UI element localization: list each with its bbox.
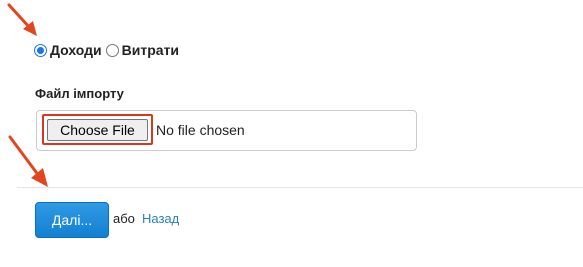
type-radio-group: Доходи Витрати	[34, 41, 183, 59]
file-status-text: No file chosen	[156, 122, 245, 138]
income-radio[interactable]	[34, 43, 47, 57]
choose-file-button[interactable]: Choose File	[47, 119, 148, 141]
back-link[interactable]: Назад	[142, 211, 179, 226]
next-button[interactable]: Далі...	[35, 202, 109, 238]
form-divider	[17, 187, 583, 188]
import-file-label: Файл імпорту	[35, 86, 124, 101]
annotation-arrow-icon	[7, 3, 37, 36]
or-text: або	[113, 211, 135, 226]
import-form-page: Доходи Витрати Файл імпорту Choose File …	[0, 0, 583, 267]
income-radio-label[interactable]: Доходи	[50, 42, 102, 58]
expenses-radio[interactable]	[105, 43, 119, 57]
expenses-radio-label[interactable]: Витрати	[122, 42, 179, 58]
